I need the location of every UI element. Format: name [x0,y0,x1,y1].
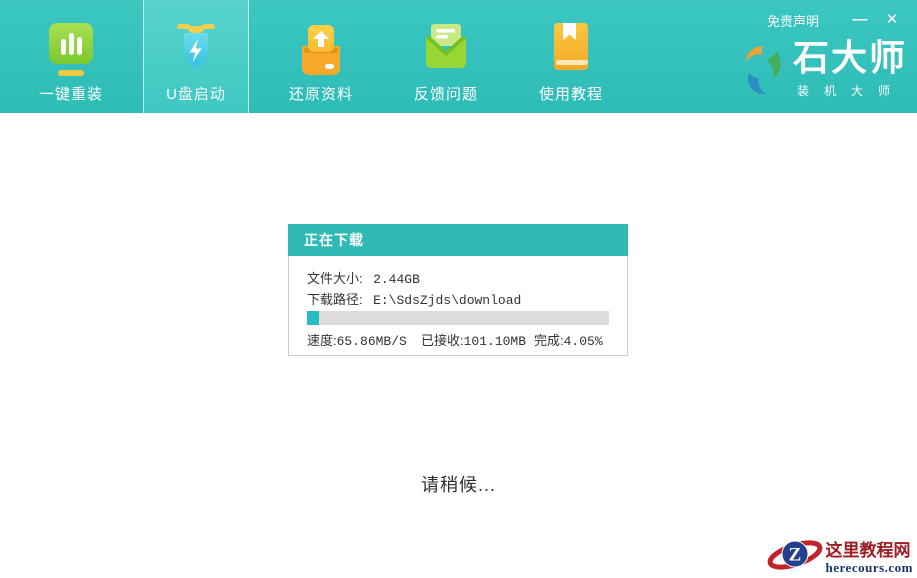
usb-shield-icon [171,22,221,77]
tab-one-key-reinstall[interactable]: 一键重装 [18,0,124,113]
watermark-site-url: herecours.com [826,560,913,575]
received-value: 101.10MB [464,334,526,349]
brand-name: 石大师 [793,38,907,78]
header: 一键重装 U盘启动 [0,0,917,113]
please-wait-text: 请稍候... [0,471,917,497]
tab-tutorial[interactable]: 使用教程 [518,0,624,113]
tab-usb-boot[interactable]: U盘启动 [143,0,249,113]
download-path-label: 下载路径: [307,292,363,307]
complete-label: 完成: [534,333,564,348]
dialog-title: 正在下载 [288,224,628,256]
tab-restore-data[interactable]: 还原资料 [268,0,374,113]
site-watermark: Z 这里教程网 herecours.com [766,537,917,578]
complete-value: 4.05% [564,334,603,349]
speed-label: 速度: [307,333,337,348]
z-orbit-icon: Z [766,537,824,578]
tutorial-book-icon [546,22,596,77]
brand-swirl-icon [741,40,785,107]
disclaimer-link[interactable]: 免责声明 [767,11,819,30]
restore-tray-icon [296,22,346,77]
download-path-value: E:\SdsZjds\download [373,293,521,308]
stats-row: 速度:65.86MB/S 已接收:101.10MB 完成:4.05% [289,330,627,346]
file-size-label: 文件大小: [307,271,363,286]
tab-label: 一键重装 [39,83,103,104]
file-size-row: 文件大小: 2.44GB [307,268,420,288]
download-dialog: 正在下载 文件大小: 2.44GB 下载路径: E:\SdsZjds\downl… [288,224,628,356]
brand-subtitle: 装机大师 [793,82,907,99]
svg-text:Z: Z [788,545,801,566]
file-size-value: 2.44GB [373,272,420,287]
titlebar-controls: 免责声明 — ✕ [767,10,903,30]
progress-fill [307,311,319,325]
tab-label: U盘启动 [166,83,226,104]
complete-stat: 完成:4.05% [534,330,603,350]
close-button[interactable]: ✕ [881,10,903,30]
progress-bar [307,311,609,325]
tab-label: 反馈问题 [414,83,478,104]
download-path-row: 下载路径: E:\SdsZjds\download [307,289,521,309]
feedback-mail-icon [421,22,471,77]
tab-label: 还原资料 [289,83,353,104]
watermark-site-name: 这里教程网 [826,541,913,560]
received-stat: 已接收:101.10MB [421,330,526,350]
brand-logo: 石大师 装机大师 [741,38,907,107]
app-window: 一键重装 U盘启动 [0,0,917,578]
tab-label: 使用教程 [539,83,603,104]
received-label: 已接收: [421,333,464,348]
minimize-button[interactable]: — [849,10,871,30]
speed-stat: 速度:65.86MB/S [307,330,407,350]
speed-value: 65.86MB/S [337,334,407,349]
tab-feedback[interactable]: 反馈问题 [393,0,499,113]
bar-chart-icon [46,22,96,77]
